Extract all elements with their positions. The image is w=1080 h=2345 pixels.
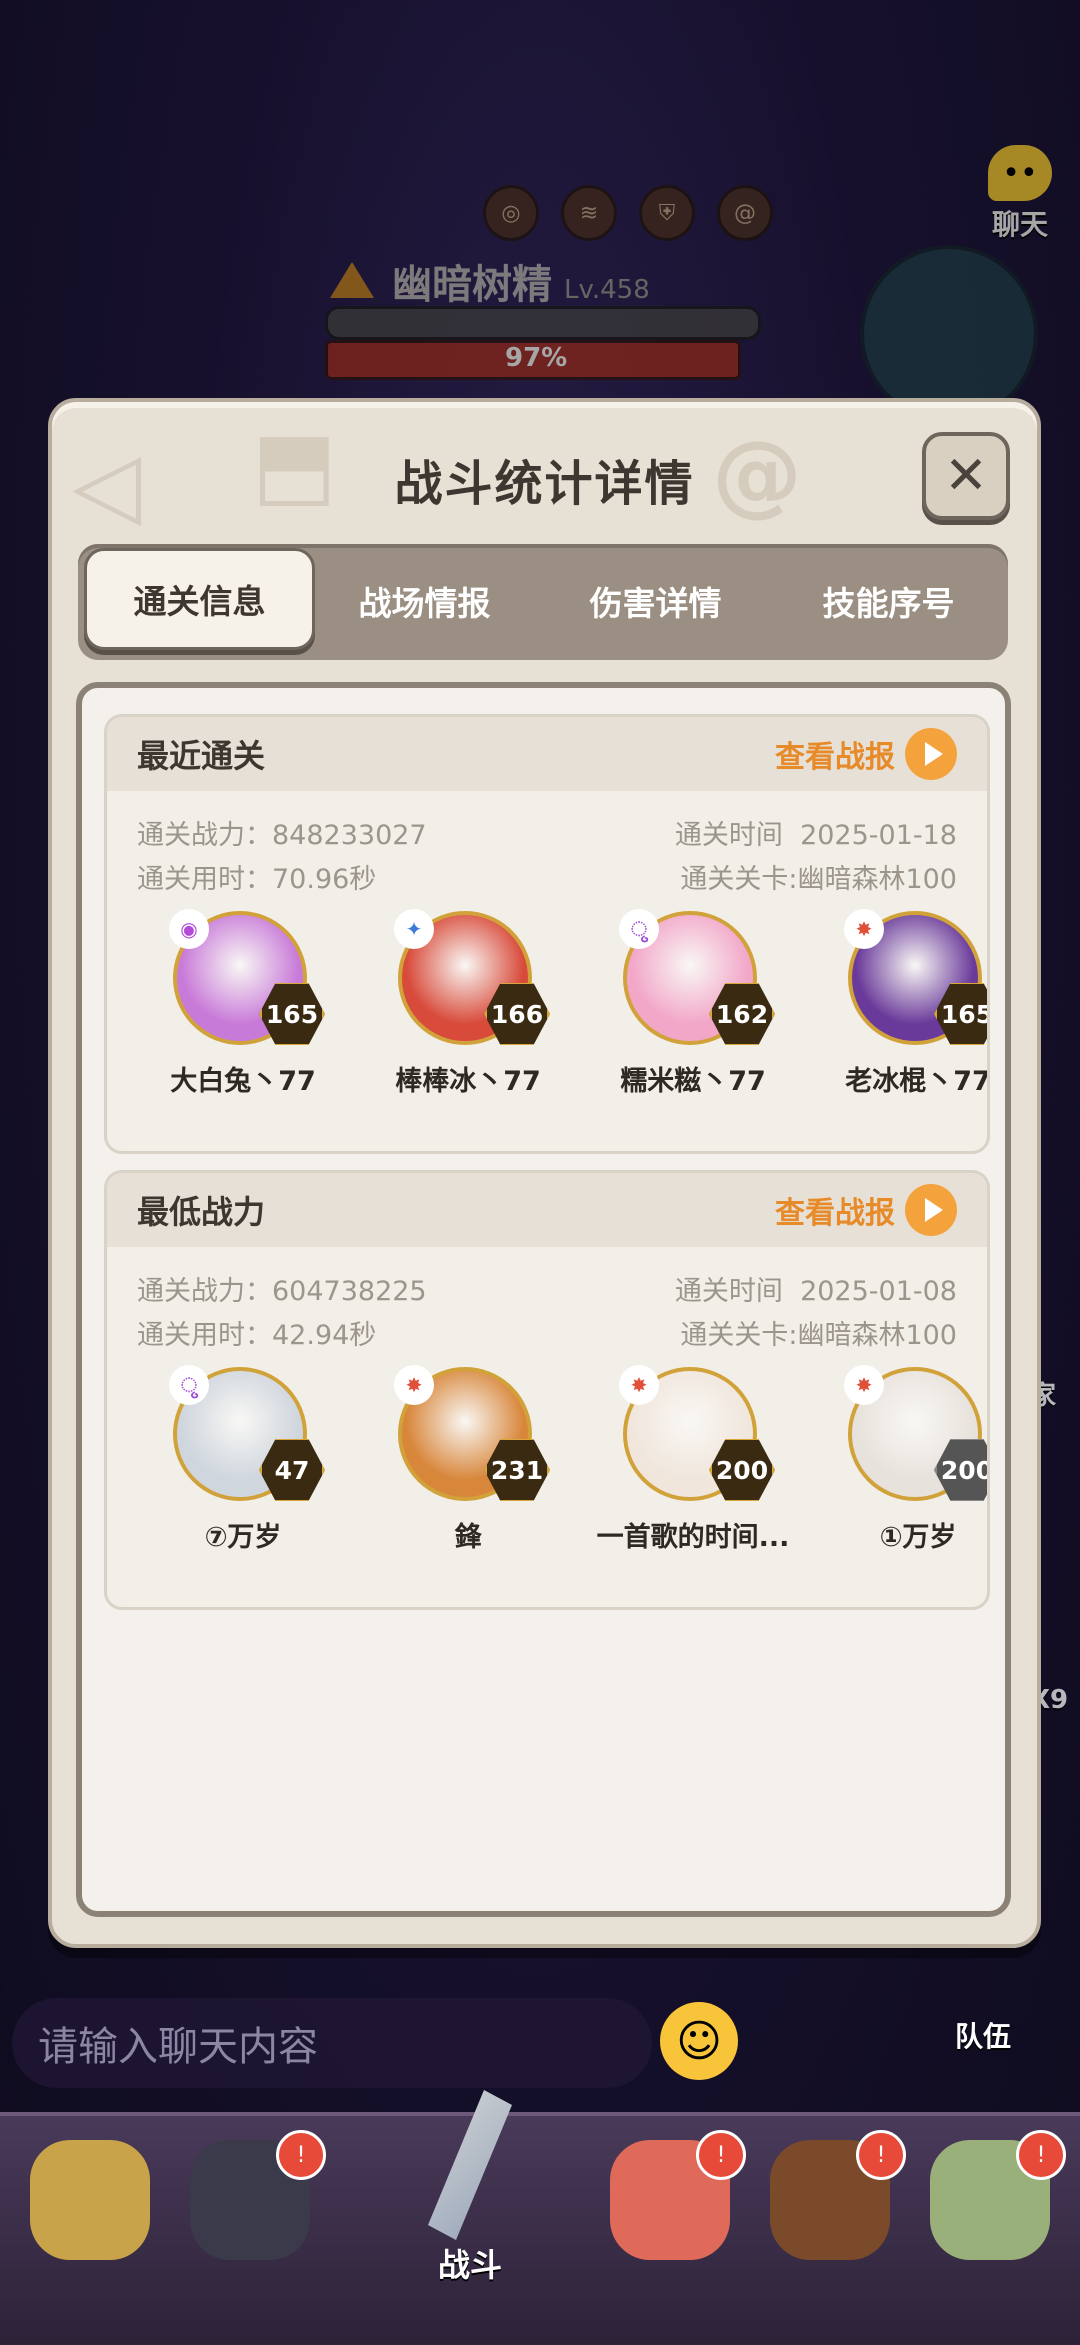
hero-name: 一首歌的时间... bbox=[596, 1522, 790, 1553]
content-panel: 最近通关 查看战报 通关战力：848233027 通关时间 2025-01-18… bbox=[76, 682, 1011, 1917]
clear-info: 通关战力：604738225 通关时间 2025-01-08 通关用时：42.9… bbox=[107, 1247, 987, 1351]
clear-power: 通关战力：604738225 bbox=[137, 1276, 427, 1307]
clear-info: 通关战力：848233027 通关时间 2025-01-18 通关用时：70.9… bbox=[107, 791, 987, 895]
emoji-button[interactable]: ☺ bbox=[660, 2002, 738, 2080]
sword-icon bbox=[428, 2090, 512, 2240]
hero-name: 棒棒冰丶77 bbox=[395, 1066, 541, 1097]
view-report-button[interactable]: 查看战报 bbox=[775, 1184, 957, 1236]
hero-avatar bbox=[30, 2140, 150, 2260]
hero-portrait: ୃ 47 bbox=[169, 1365, 325, 1507]
element-wind-icon: ୃ bbox=[169, 1365, 209, 1405]
hero-slot[interactable]: ✸ 200 ①万岁 bbox=[808, 1365, 987, 1554]
card-title: 最低战力 bbox=[137, 1193, 266, 1231]
nav-item-hero-2[interactable]: ! bbox=[180, 2130, 326, 2300]
hero-name: ⑦万岁 bbox=[204, 1522, 282, 1553]
nav-item-hero-4[interactable]: ! bbox=[760, 2130, 906, 2300]
hero-slot[interactable]: ✸ 165 老冰棍丶77 bbox=[808, 909, 990, 1098]
team-label[interactable]: 队伍 bbox=[955, 2015, 1011, 2055]
bell-icon: ! bbox=[276, 2130, 326, 2180]
nav-item-hero-3[interactable]: ! bbox=[600, 2130, 746, 2300]
element-dark-icon: ◉ bbox=[169, 909, 209, 949]
hero-slot[interactable]: ୃ 47 ⑦万岁 bbox=[133, 1365, 353, 1554]
nav-item-hero-5[interactable]: ! bbox=[920, 2130, 1066, 2300]
card-header: 最低战力 查看战报 bbox=[107, 1173, 987, 1247]
hero-slot[interactable]: ✸ 200 一首歌的时间... bbox=[583, 1365, 803, 1554]
clear-time: 通关时间 2025-01-08 bbox=[674, 1276, 957, 1307]
modal-title: 战斗统计详情 bbox=[394, 456, 695, 512]
element-fire-icon: ✸ bbox=[844, 909, 884, 949]
clear-power: 通关战力：848233027 bbox=[137, 820, 427, 851]
hero-name: 糯米糍丶77 bbox=[620, 1066, 766, 1097]
element-fire-icon: ✸ bbox=[619, 1365, 659, 1405]
hero-slot[interactable]: ୃ 162 糯米糍丶77 bbox=[583, 909, 803, 1098]
hero-slot[interactable]: ✦ 166 棒棒冰丶77 bbox=[358, 909, 578, 1098]
hero-name: 鋒 bbox=[454, 1522, 482, 1553]
battle-stats-modal: ◁ ⬒ @ 战斗统计详情 ✕ 通关信息 战场情报 伤害详情 技能序号 最近通关 … bbox=[48, 398, 1041, 1948]
hero-portrait: ✸ 200 bbox=[844, 1365, 987, 1507]
hero-portrait: ◉ 165 bbox=[169, 909, 325, 1051]
hero-portrait: ୃ 162 bbox=[619, 909, 775, 1051]
bell-icon: ! bbox=[696, 2130, 746, 2180]
nav-item-hero-1[interactable] bbox=[20, 2140, 160, 2300]
hero-lineup: ୃ 47 ⑦万岁 ✸ 231 鋒 ✸ 200 一首歌的时间... ✸ 200 ①万岁 bbox=[107, 1347, 987, 1553]
card-header: 最近通关 查看战报 bbox=[107, 717, 987, 791]
element-fire-icon: ✸ bbox=[394, 1365, 434, 1405]
bell-icon: ! bbox=[856, 2130, 906, 2180]
bell-icon: ! bbox=[1016, 2130, 1066, 2180]
recent-clear-card: 最近通关 查看战报 通关战力：848233027 通关时间 2025-01-18… bbox=[104, 714, 990, 1154]
hero-name: 大白兔丶77 bbox=[170, 1066, 316, 1097]
tab-clear-info[interactable]: 通关信息 bbox=[84, 548, 315, 650]
hero-slot[interactable]: ◉ 165 大白兔丶77 bbox=[133, 909, 353, 1098]
play-icon bbox=[905, 728, 957, 780]
smiley-icon: ☺ bbox=[676, 2015, 722, 2067]
card-title: 最近通关 bbox=[137, 737, 266, 775]
close-button[interactable]: ✕ bbox=[922, 432, 1010, 520]
hero-portrait: ✦ 166 bbox=[394, 909, 550, 1051]
hero-slot[interactable]: ✸ 231 鋒 bbox=[358, 1365, 578, 1554]
tab-battlefield-intel[interactable]: 战场情报 bbox=[312, 552, 537, 650]
element-water-icon: ✦ bbox=[394, 909, 434, 949]
hero-portrait: ✸ 231 bbox=[394, 1365, 550, 1507]
element-fire-icon: ✸ bbox=[844, 1365, 884, 1405]
close-icon: ✕ bbox=[944, 446, 988, 506]
tab-skill-order[interactable]: 技能序号 bbox=[776, 552, 1001, 650]
play-icon bbox=[905, 1184, 957, 1236]
element-wind-icon: ୃ bbox=[619, 909, 659, 949]
lowest-power-card: 最低战力 查看战报 通关战力：604738225 通关时间 2025-01-08… bbox=[104, 1170, 990, 1610]
chat-input[interactable]: 请输入聊天内容 bbox=[12, 1998, 652, 2088]
view-report-button[interactable]: 查看战报 bbox=[775, 728, 957, 780]
tab-damage-details[interactable]: 伤害详情 bbox=[543, 552, 768, 650]
nav-item-battle[interactable]: 战斗 bbox=[380, 2090, 560, 2300]
tab-bar: 通关信息 战场情报 伤害详情 技能序号 bbox=[78, 544, 1008, 660]
hero-name: 老冰棍丶77 bbox=[845, 1066, 990, 1097]
clear-time: 通关时间 2025-01-18 bbox=[674, 820, 957, 851]
hero-portrait: ✸ 165 bbox=[844, 909, 987, 1051]
hero-name: ①万岁 bbox=[879, 1522, 957, 1553]
hero-portrait: ✸ 200 bbox=[619, 1365, 775, 1507]
hero-lineup: ◉ 165 大白兔丶77 ✦ 166 棒棒冰丶77ୃ 162 糯米糍丶77 ✸ 165 老冰棍丶77 bbox=[107, 891, 987, 1097]
